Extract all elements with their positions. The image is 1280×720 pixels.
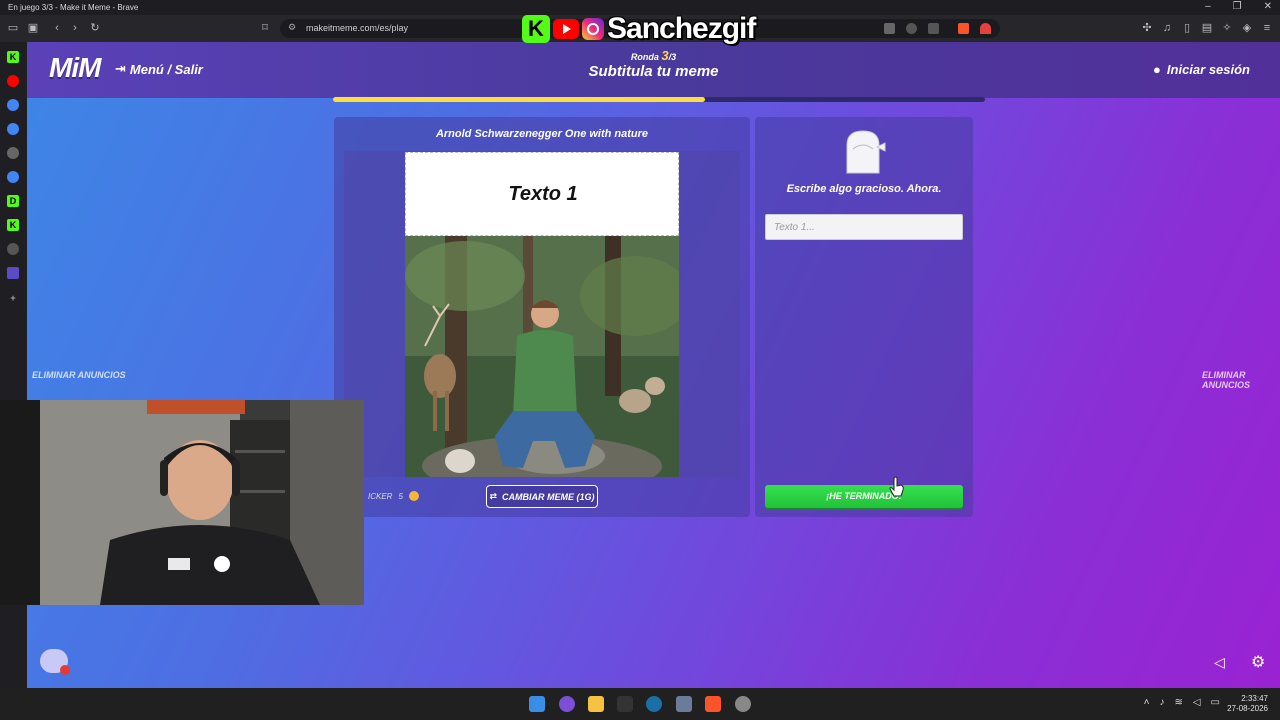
meme-template-title: Arnold Schwarzenegger One with nature (435, 128, 649, 140)
forward-icon[interactable]: › (68, 21, 82, 35)
url-text[interactable]: makeitmeme.com/es/play (306, 23, 408, 33)
sound-toggle-icon[interactable]: ◁ (1214, 654, 1225, 671)
tray-chevron-icon[interactable]: ˄ (1144, 697, 1150, 708)
meme-card: Texto 1 (405, 152, 679, 477)
d-app-icon[interactable]: D (7, 195, 19, 207)
kick-logo-icon: K (522, 15, 550, 43)
round-total: /3 (668, 52, 677, 62)
meme-caption-text: Texto 1 (508, 183, 578, 205)
reload-icon[interactable]: ↻ (88, 21, 102, 35)
shield-icon[interactable] (906, 23, 917, 34)
rewards-icon[interactable] (980, 23, 991, 34)
round-current: 3 (661, 48, 669, 63)
mic-icon[interactable]: ♪ (1159, 697, 1164, 708)
change-meme-label: CAMBIAR MEME (1G) (502, 491, 595, 502)
volume-icon[interactable]: ◁ (1193, 697, 1201, 708)
epic-games-icon[interactable] (617, 696, 633, 712)
google-icon[interactable] (7, 123, 19, 135)
user-icon: ● (1153, 62, 1161, 77)
round-label: Ronda (630, 52, 659, 62)
start-icon[interactable] (529, 696, 545, 712)
login-label: Iniciar sesión (1166, 62, 1250, 77)
coins-counter: ICKER 5 (368, 491, 419, 501)
round-timer-fill (333, 97, 705, 102)
remove-ads-link[interactable]: ELIMINAR ANUNCIOS (1202, 370, 1280, 390)
sidebar-icon[interactable]: ▯ (1180, 21, 1194, 35)
wallet-icon[interactable]: ▤ (1200, 21, 1214, 35)
minimize-icon[interactable]: – (1205, 1, 1211, 12)
steam-icon[interactable] (646, 696, 662, 712)
clock-date: 27-08-2026 (1227, 704, 1268, 713)
settings-gear-icon[interactable]: ⚙ (1251, 652, 1265, 672)
cast-icon[interactable] (928, 23, 939, 34)
site-header: MiM ⇥ Menú / Salir Ronda 3/3 Subtitula t… (27, 42, 1280, 98)
sidebar-toggle-icon[interactable]: ▭ (6, 21, 20, 35)
obs-icon[interactable] (735, 696, 751, 712)
file-explorer-icon[interactable] (588, 696, 604, 712)
channel-name: Sanchezgif (607, 12, 756, 45)
vpn-icon[interactable]: ◈ (1240, 21, 1254, 35)
extensions-icon[interactable]: ✣ (1140, 21, 1154, 35)
add-icon[interactable]: + (7, 292, 19, 304)
back-icon[interactable]: ‹ (50, 21, 64, 35)
coins-value: 5 (398, 491, 403, 501)
youtube-icon[interactable] (7, 75, 19, 87)
caption-prompt: Escribe algo gracioso. Ahora. (786, 183, 942, 195)
mute-icon[interactable] (7, 243, 19, 255)
kick-icon[interactable]: K (7, 219, 19, 231)
coin-icon (408, 491, 419, 501)
restore-icon[interactable]: ❐ (1233, 1, 1242, 12)
music-icon[interactable]: ♫ (1160, 21, 1174, 35)
chat-notification-badge (60, 665, 70, 675)
os-taskbar: ˄ ♪ ≋ ◁ ▭ 2:33:47 27-08-2026 (0, 688, 1280, 720)
swap-icon: ⇄ (489, 491, 498, 501)
done-button[interactable]: ¡HE TERMINADO! (765, 485, 963, 508)
chat-icon[interactable] (40, 649, 70, 675)
system-clock[interactable]: 2:33:47 27-08-2026 (1227, 694, 1268, 714)
meme-caption-box[interactable]: Texto 1 (405, 152, 679, 236)
tabs-icon[interactable]: ▣ (26, 21, 40, 35)
google-icon[interactable] (7, 99, 19, 111)
discord-icon[interactable] (559, 696, 575, 712)
window-title: En juego 3/3 - Make it Meme - Brave (8, 3, 139, 12)
speaker-icon[interactable] (7, 147, 19, 159)
coins-label: ICKER (368, 491, 393, 501)
settings-app-icon[interactable] (676, 696, 692, 712)
caption-input[interactable] (765, 214, 963, 240)
meme-image (405, 236, 679, 477)
round-indicator: Ronda 3/3 (27, 48, 1280, 63)
webcam-overlay (0, 400, 364, 605)
wifi-icon[interactable]: ≋ (1174, 697, 1182, 708)
youtube-logo-icon (553, 19, 579, 39)
bookmark-icon[interactable]: ⌑ (258, 21, 272, 35)
caption-panel: Escribe algo gracioso. Ahora. ¡HE TERMIN… (755, 117, 973, 517)
translate-icon[interactable] (884, 23, 895, 34)
google-icon[interactable] (7, 171, 19, 183)
remove-ads-link[interactable]: ELIMINAR ANUNCIOS (32, 370, 126, 380)
battery-icon[interactable]: ▭ (1211, 697, 1220, 708)
brave-shield-icon[interactable] (958, 23, 969, 34)
instagram-logo-icon (582, 18, 604, 40)
stream-branding: K Sanchezgif (522, 12, 756, 46)
login-button[interactable]: ● Iniciar sesión (1153, 62, 1250, 77)
round-timer-bar (333, 97, 985, 102)
leo-icon[interactable]: ✧ (1220, 21, 1234, 35)
hand-cursor-icon (889, 476, 904, 497)
makeitmeme-icon[interactable] (7, 267, 19, 279)
browser-menu-icon[interactable]: ≡ (1260, 21, 1274, 35)
meme-panel: Arnold Schwarzenegger One with nature Te… (334, 117, 750, 517)
site-info-icon[interactable]: ⚙ (288, 22, 296, 33)
close-icon[interactable]: ✕ (1264, 1, 1272, 12)
kick-icon[interactable]: K (7, 51, 19, 63)
mascot-icon (846, 130, 886, 174)
clock-time: 2:33:47 (1241, 694, 1268, 703)
system-tray: ˄ ♪ ≋ ◁ ▭ (1144, 697, 1220, 708)
phase-title: Subtitula tu meme (588, 63, 719, 80)
brave-icon[interactable] (705, 696, 721, 712)
change-meme-button[interactable]: ⇄ CAMBIAR MEME (1G) (486, 485, 598, 508)
